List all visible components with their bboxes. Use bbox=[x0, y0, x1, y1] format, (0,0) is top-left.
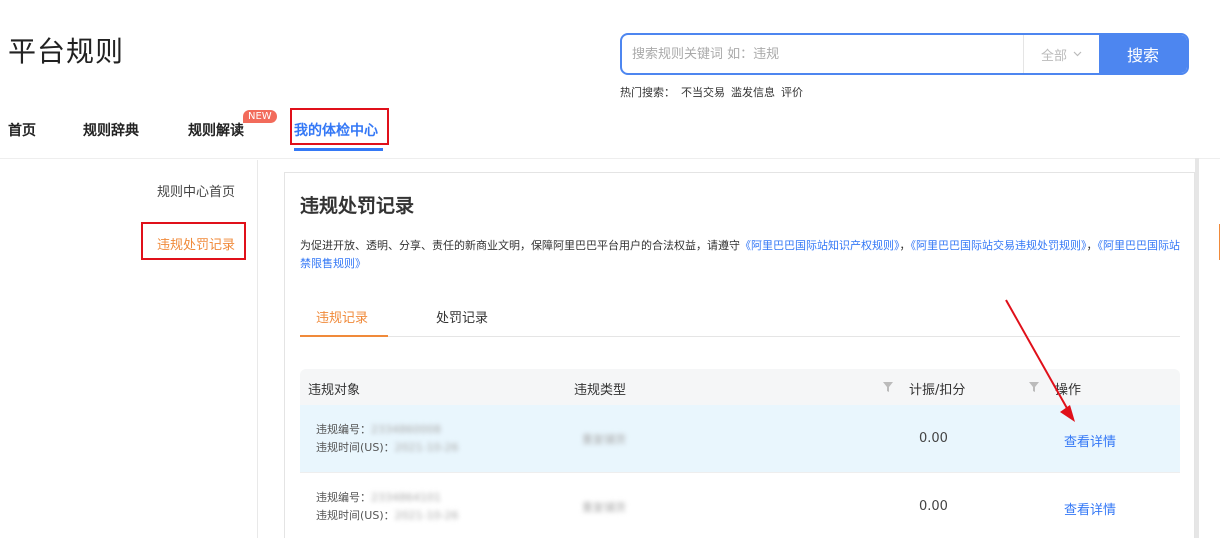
violation-type-cell: 重复铺货 bbox=[582, 433, 626, 446]
violation-time-value: 2021-10-26 bbox=[394, 509, 459, 522]
nav-item-rules-dictionary[interactable]: 规则辞典 bbox=[83, 120, 139, 140]
violation-object-cell: 违规编号：2334864101 违规时间(US)：2021-10-26 bbox=[316, 489, 459, 525]
column-header-score: 计振/扣分 bbox=[909, 383, 966, 398]
sidebar: 规则中心首页 违规处罚记录 bbox=[0, 160, 258, 538]
nav-active-underline bbox=[294, 148, 383, 151]
violation-type-cell: 重复铺货 bbox=[582, 501, 626, 514]
violation-time-label: 违规时间(US)： bbox=[316, 441, 395, 454]
filter-icon[interactable] bbox=[883, 381, 893, 392]
violation-id-label: 违规编号： bbox=[316, 423, 371, 436]
separator: ， bbox=[899, 239, 911, 252]
violation-time-value: 2021-10-26 bbox=[394, 441, 459, 454]
search-box: 全部 搜索 bbox=[620, 33, 1189, 75]
column-header-object: 违规对象 bbox=[308, 383, 361, 398]
chevron-down-icon bbox=[1073, 49, 1082, 60]
content-panel: 违规处罚记录 为促进开放、透明、分享、责任的新商业文明，保障阿里巴巴平台用户的合… bbox=[284, 172, 1195, 538]
hot-search-label: 热门搜索： bbox=[620, 86, 675, 99]
sidebar-item-rules-home[interactable]: 规则中心首页 bbox=[157, 181, 235, 200]
hot-searches: 热门搜索： 不当交易 滥发信息 评价 bbox=[620, 84, 803, 100]
search-scope-label: 全部 bbox=[1040, 48, 1067, 64]
record-tabs: 违规记录 处罚记录 bbox=[300, 293, 1180, 337]
violation-table: 违规对象 违规类型 计振/扣分 操作 违规编号：2334860008 违规时间(… bbox=[300, 369, 1180, 538]
rule-link-ip[interactable]: 《阿里巴巴国际站知识产权规则》 bbox=[740, 239, 900, 252]
search-input[interactable] bbox=[622, 35, 1023, 73]
annotation-highlight-box bbox=[141, 222, 246, 260]
page: 平台规则 全部 搜索 热门搜索： 不当交易 滥发信息 评价 首页 规则辞典 规则… bbox=[0, 0, 1220, 538]
separator: ， bbox=[1086, 239, 1098, 252]
filter-icon[interactable] bbox=[1029, 381, 1039, 392]
hot-search-item[interactable]: 评价 bbox=[781, 84, 803, 100]
hot-search-item[interactable]: 不当交易 bbox=[681, 84, 725, 100]
column-header-action: 操作 bbox=[1055, 383, 1082, 398]
tab-penalty-records[interactable]: 处罚记录 bbox=[436, 307, 488, 326]
tab-active-underline bbox=[300, 335, 388, 337]
search-scope-select[interactable]: 全部 bbox=[1023, 35, 1099, 73]
rule-link-trade-violation[interactable]: 《阿里巴巴国际站交易违规处罚规则》 bbox=[911, 239, 1087, 252]
score-cell: 0.00 bbox=[919, 499, 948, 514]
score-cell: 0.00 bbox=[919, 431, 948, 446]
violation-time-label: 违规时间(US)： bbox=[316, 509, 395, 522]
table-row: 违规编号：2334860008 违规时间(US)：2021-10-26 重复铺货… bbox=[300, 405, 1180, 473]
new-badge: NEW bbox=[243, 110, 277, 123]
nav-item-rules-interpretation[interactable]: 规则解读 bbox=[188, 120, 244, 140]
main-nav: 首页 规则辞典 规则解读 我的体检中心 bbox=[0, 108, 1220, 158]
violation-id-label: 违规编号： bbox=[316, 491, 371, 504]
search-button[interactable]: 搜索 bbox=[1099, 35, 1187, 73]
violation-id-value: 2334864101 bbox=[371, 491, 441, 504]
panel-title: 违规处罚记录 bbox=[300, 195, 415, 217]
column-header-type: 违规类型 bbox=[574, 383, 627, 398]
table-header: 违规对象 违规类型 计振/扣分 操作 bbox=[300, 369, 1180, 405]
view-details-link[interactable]: 查看详情 bbox=[1064, 499, 1116, 518]
site-title: 平台规则 bbox=[8, 35, 125, 68]
table-row: 违规编号：2334864101 违规时间(US)：2021-10-26 重复铺货… bbox=[300, 473, 1180, 538]
scrollbar-track[interactable] bbox=[1195, 158, 1199, 538]
annotation-highlight-box bbox=[290, 108, 389, 145]
tab-violation-records[interactable]: 违规记录 bbox=[316, 307, 368, 326]
nav-item-home[interactable]: 首页 bbox=[8, 120, 36, 140]
violation-id-value: 2334860008 bbox=[371, 423, 441, 436]
panel-description: 为促进开放、透明、分享、责任的新商业文明，保障阿里巴巴平台用户的合法权益，请遵守… bbox=[300, 237, 1180, 273]
header-divider bbox=[0, 158, 1220, 159]
view-details-link[interactable]: 查看详情 bbox=[1064, 431, 1116, 450]
description-text: 为促进开放、透明、分享、责任的新商业文明，保障阿里巴巴平台用户的合法权益，请遵守 bbox=[300, 239, 740, 252]
hot-search-item[interactable]: 滥发信息 bbox=[731, 84, 775, 100]
violation-object-cell: 违规编号：2334860008 违规时间(US)：2021-10-26 bbox=[316, 421, 459, 457]
